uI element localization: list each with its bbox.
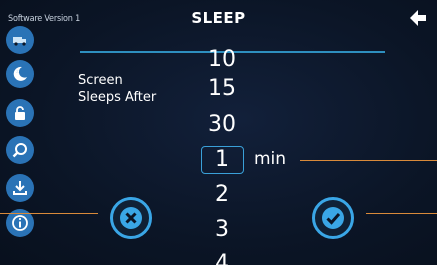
sidebar: z bbox=[0, 26, 42, 265]
sleep-settings-screen: Software Version 1 SLEEP z Screen Sleeps… bbox=[0, 0, 437, 265]
info-icon bbox=[12, 215, 28, 231]
close-icon bbox=[120, 207, 142, 229]
setting-label-line1: Screen bbox=[78, 73, 123, 88]
truck-icon bbox=[13, 37, 26, 46]
lock-icon bbox=[15, 106, 25, 120]
cancel-button[interactable] bbox=[110, 197, 152, 239]
picker-option[interactable]: 4 bbox=[198, 251, 246, 265]
picker-option[interactable]: 30 bbox=[198, 112, 246, 138]
sidebar-item-lock[interactable] bbox=[6, 99, 34, 127]
callout-line-confirm bbox=[366, 213, 437, 214]
picker-option[interactable]: 15 bbox=[198, 76, 246, 102]
setting-label: Screen Sleeps After bbox=[78, 72, 156, 106]
sidebar-item-vehicle[interactable] bbox=[6, 26, 34, 54]
svg-text:z: z bbox=[16, 69, 19, 75]
setting-label-line2: Sleeps After bbox=[78, 90, 157, 105]
moon-icon: z bbox=[13, 66, 27, 81]
picker-unit: min bbox=[254, 149, 287, 169]
search-icon bbox=[12, 143, 27, 158]
download-icon bbox=[13, 181, 27, 195]
confirm-button[interactable] bbox=[312, 197, 354, 239]
picker-option[interactable]: 2 bbox=[198, 182, 246, 208]
picker-option[interactable]: 10 bbox=[198, 47, 246, 73]
picker-selected-value[interactable]: 1 bbox=[198, 147, 246, 173]
picker-option[interactable]: 3 bbox=[198, 217, 246, 243]
callout-line-picker bbox=[300, 160, 437, 161]
sidebar-item-download[interactable] bbox=[6, 174, 34, 202]
checkmark-icon bbox=[322, 207, 344, 229]
back-arrow-icon[interactable] bbox=[407, 7, 429, 29]
page-title: SLEEP bbox=[191, 9, 246, 27]
sidebar-item-search[interactable] bbox=[6, 136, 34, 164]
callout-line-cancel bbox=[0, 213, 98, 214]
sidebar-item-sleep[interactable]: z bbox=[6, 60, 34, 88]
